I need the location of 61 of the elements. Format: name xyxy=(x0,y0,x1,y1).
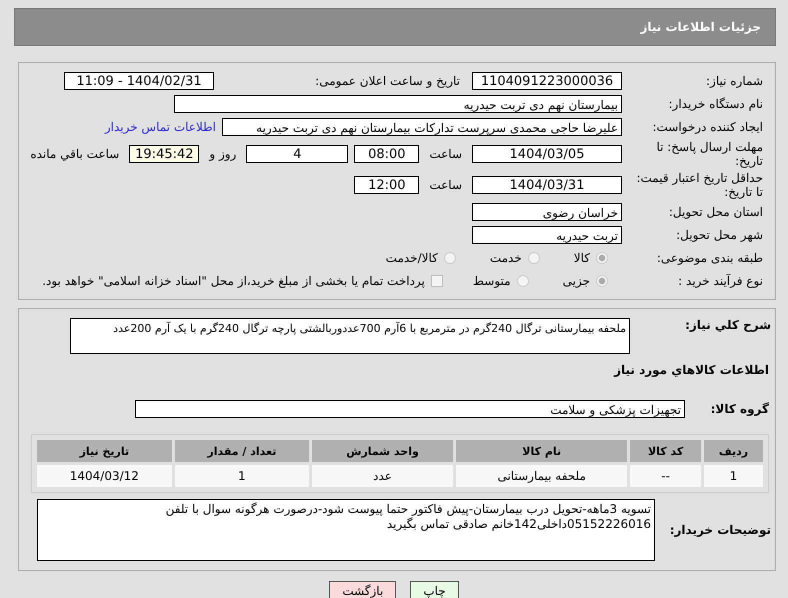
radio-button[interactable] xyxy=(596,275,608,287)
field-label: استان محل تحویل: xyxy=(668,205,763,219)
column-header: واحد شمارش xyxy=(312,440,454,462)
column-header: کد کالا xyxy=(630,440,701,462)
radio-label: خدمت xyxy=(490,251,522,265)
radio-button[interactable] xyxy=(516,275,529,287)
buyer-notes-field: تسویه 3ماهه-تحویل درب بیمارستان-پیش فاکتور حتما پیوست شود-درصورت هرگونه سوال با تلفن 05152226016داخلی142خانم صادقی تماس بگیرید xyxy=(37,499,655,561)
field-label: طبقه بندی موضوعی: xyxy=(656,251,763,265)
radio-label: جزیی xyxy=(562,274,590,288)
table-cell: 1 xyxy=(704,465,763,487)
requester-field: علیرضا حاجی محمدی سرپرست تدارکات بیمارستان نهم دی تربت حیدریه xyxy=(222,118,622,136)
table-cell: 1404/03/12 xyxy=(37,465,172,487)
description-field: ملحفه بیمارستانی ترگال 240گرم در مترمربع با 6آرم 700عددوربالشتی پارچه ترگال 240گرم با یک آرم 200عدد xyxy=(70,318,630,354)
field-label: شماره نیاز: xyxy=(705,74,763,88)
validity-time-field: 12:00 xyxy=(354,176,420,194)
field-label: تاریخ و ساعت اعلان عمومی: xyxy=(314,74,461,88)
print-button[interactable]: چاپ xyxy=(410,581,459,598)
field-label: ساعت باقي مانده xyxy=(29,147,120,161)
payment-note: پرداخت تمام یا بخشی از مبلغ خرید،از محل "اسناد خزانه اسلامی" خواهد بود. xyxy=(42,274,425,288)
back-button[interactable]: بازگشت xyxy=(329,581,396,598)
countdown-field: 19:45:42 xyxy=(129,145,200,163)
field-label: ساعت xyxy=(428,178,463,192)
field-label: مهلت ارسال پاسخ: تا تاریخ: xyxy=(655,140,763,168)
radio-label: متوسط xyxy=(472,274,511,288)
field-label: حداقل تاریخ اعتبار قیمت: تا تاریخ: xyxy=(635,171,763,199)
field-label: ساعت xyxy=(428,147,463,161)
deadline-date-field: 1404/03/05 xyxy=(472,145,622,163)
province-field: خراسان رضوی xyxy=(472,203,622,221)
field-label: شهر محل تحویل: xyxy=(675,228,763,242)
field-label: توضیحات خریدار: xyxy=(668,523,771,537)
city-field: تربت حیدریه xyxy=(472,226,622,244)
field-label: گروه کالا: xyxy=(710,402,770,416)
radio-button[interactable] xyxy=(528,252,540,264)
field-label: شرح كلي نياز: xyxy=(684,318,771,332)
column-header: تاریخ نیاز xyxy=(37,440,172,462)
checkbox[interactable] xyxy=(430,275,443,287)
radio-label: کالا xyxy=(574,251,590,265)
column-header: تعداد / مقدار xyxy=(174,440,310,462)
section-title: اطلاعات كالاهاي مورد نياز xyxy=(612,362,770,379)
days-left-field: 4 xyxy=(246,145,348,163)
table-cell: عدد xyxy=(312,465,454,487)
deadline-time-field: 08:00 xyxy=(354,145,420,163)
column-header: نام کالا xyxy=(456,440,628,462)
validity-date-field: 1404/03/31 xyxy=(472,176,622,194)
goods-group-field: تجهیزات پزشکی و سلامت xyxy=(135,400,685,418)
radio-label: کالا/خدمت xyxy=(386,251,438,265)
radio-button[interactable] xyxy=(596,252,608,264)
field-label: نام دستگاه خریدار: xyxy=(668,97,763,111)
table-cell: ملحفه بیمارستانی xyxy=(456,465,628,487)
announce-date-field: 1404/02/31 - 11:09 xyxy=(64,72,214,90)
buyer-contact-link[interactable]: اطلاعات تماس خریدار xyxy=(104,120,216,134)
table-cell: -- xyxy=(630,465,701,487)
field-label: ایجاد کننده درخواست: xyxy=(651,120,763,134)
page-title: جزئیات اطلاعات نیاز xyxy=(640,20,761,34)
field-label: روز و xyxy=(208,147,238,161)
field-label: نوع فرآیند خرید : xyxy=(677,274,763,288)
radio-button[interactable] xyxy=(444,252,456,264)
table-cell: 1 xyxy=(174,465,310,487)
column-header: ردیف xyxy=(704,440,763,462)
need-number-field: 1104091223000036 xyxy=(472,72,622,90)
buyer-org-field: بیمارستان نهم دی تربت حیدریه xyxy=(174,95,622,113)
